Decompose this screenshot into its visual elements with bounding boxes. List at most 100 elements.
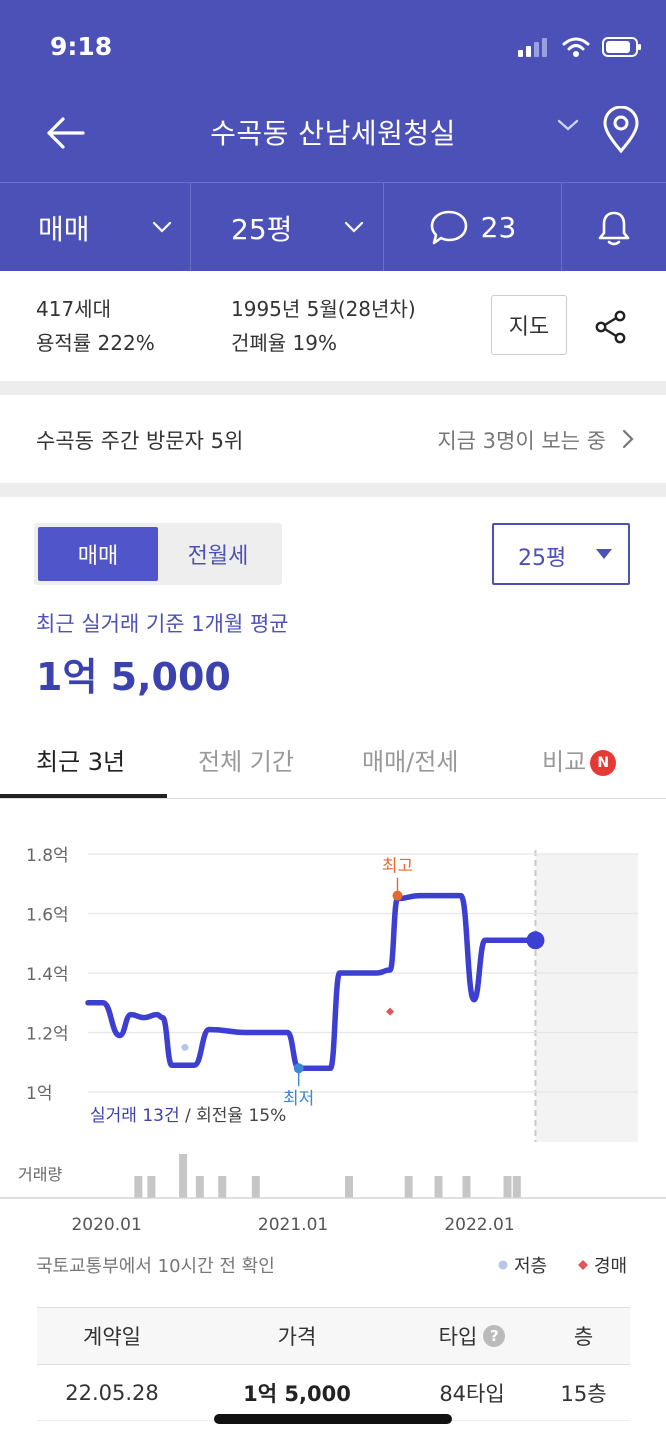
segment-rent[interactable]: 전월세 (158, 527, 278, 581)
average-price-label: 최근 실거래 기준 1개월 평균 (36, 612, 289, 636)
low-label: 최저 (283, 1089, 314, 1109)
comments-button[interactable]: 23 (384, 183, 562, 272)
col-type-label: 타입 (438, 1325, 478, 1349)
chart-size-label: 25평 (518, 546, 567, 571)
y-tick-label: 1.6억 (26, 906, 69, 926)
auction-marker (386, 1007, 395, 1016)
chevron-right-icon (622, 429, 634, 449)
table-header: 계약일 가격 타입 ? 층 (37, 1307, 630, 1365)
col-contract-date: 계약일 (83, 1325, 141, 1349)
forecast-area (535, 854, 638, 1142)
diamond-icon (578, 1260, 588, 1270)
high-point (392, 890, 403, 901)
map-button[interactable]: 지도 (491, 295, 567, 355)
volume-bar (345, 1176, 354, 1198)
col-type: 타입 ? (407, 1308, 537, 1364)
y-tick-label: 1.4억 (26, 965, 69, 985)
x-tick-label: 2021.01 (258, 1215, 328, 1235)
high-label: 최고 (382, 857, 413, 877)
col-price: 가격 (277, 1325, 317, 1349)
table-row[interactable]: 22.05.28 1억 5,000 84타입 15층 (37, 1365, 630, 1421)
legend-low-floor: 저층 (498, 1252, 547, 1278)
section-divider (0, 381, 666, 395)
status-time: 9:18 (50, 32, 113, 61)
coverage-ratio: 건폐율 19% (231, 331, 338, 355)
section-divider (0, 483, 666, 497)
trade-count: 실거래 13건 (90, 1106, 180, 1126)
low-floor-marker (181, 1043, 189, 1051)
built-year: 1995년 5월(28년차) (231, 297, 416, 321)
x-tick-label: 2020.01 (71, 1215, 141, 1235)
low-point (293, 1063, 304, 1074)
volume-bar (503, 1176, 512, 1198)
size-select[interactable]: 25평 (191, 183, 384, 272)
trade-summary: 실거래 13건 / 회전율 15% (90, 1106, 286, 1126)
wifi-icon (562, 37, 590, 57)
trade-type-select[interactable]: 매매 (0, 183, 191, 272)
price-chart[interactable]: 1.8억 1.6억 1.4억 1.2억 1억 최고최저실거래 13건 / 회전율 15% 거… (0, 800, 666, 1240)
chevron-down-icon (152, 221, 172, 233)
viewers-now: 지금 3명이 보는 중 (437, 429, 606, 453)
volume-label: 거래량 (18, 1165, 62, 1184)
signal-icon (518, 38, 547, 57)
bell-icon (598, 211, 630, 245)
tab-label: 전체 기간 (198, 748, 294, 776)
transaction-table: 계약일 가격 타입 ? 층 22.05.28 1억 5,000 84타입 15층 (37, 1307, 630, 1421)
volume-bar (462, 1176, 471, 1198)
turnover-rate: / 회전율 15% (180, 1106, 287, 1126)
volume-bar (179, 1154, 188, 1198)
tab-all-period[interactable]: 전체 기간 (198, 742, 294, 777)
home-indicator (214, 1414, 452, 1424)
volume-bar (147, 1176, 156, 1198)
comment-count: 23 (480, 211, 517, 244)
legend-auction: 경매 (578, 1252, 627, 1278)
nav-bar: 수곡동 산남세원청실 (0, 96, 666, 182)
tab-compare[interactable]: 비교 N (542, 742, 617, 777)
volume-bar (404, 1176, 413, 1198)
price-line (85, 892, 539, 1071)
tab-recent-3y[interactable]: 최근 3년 (36, 742, 125, 777)
volume-bar (218, 1176, 227, 1198)
segment-sale[interactable]: 매매 (38, 527, 158, 581)
legend-label: 저층 (514, 1256, 548, 1277)
row-date: 22.05.28 (65, 1380, 159, 1405)
sub-toolbar: 매매 25평 23 (0, 182, 666, 272)
legend-label: 경매 (594, 1256, 628, 1277)
volume-bar (134, 1176, 143, 1198)
new-badge: N (590, 750, 617, 776)
caret-down-icon (596, 549, 612, 559)
households: 417세대 (36, 297, 111, 321)
current-price-dot (526, 931, 545, 950)
floor-area-ratio: 용적률 222% (36, 331, 155, 355)
trade-type-label: 매매 (38, 212, 90, 246)
visitor-rank: 수곡동 주간 방문자 5위 (36, 429, 244, 453)
status-icons (518, 36, 642, 58)
y-tick-label: 1억 (26, 1084, 52, 1104)
chart-size-select[interactable]: 25평 (492, 523, 630, 585)
help-icon[interactable]: ? (483, 1325, 506, 1347)
size-label: 25평 (231, 212, 293, 246)
alert-button[interactable] (562, 183, 666, 272)
volume-bar (251, 1176, 260, 1198)
visitor-rank-row[interactable]: 수곡동 주간 방문자 5위 지금 3명이 보는 중 (0, 395, 666, 483)
col-floor: 층 (573, 1325, 594, 1349)
dot-icon (498, 1260, 508, 1270)
app-header: 9:18 수곡동 산남세원청실 매매 25평 23 (0, 0, 666, 272)
volume-bar (434, 1176, 443, 1198)
speech-bubble-icon (430, 210, 467, 244)
chevron-down-icon[interactable] (556, 118, 580, 132)
volume-bar (512, 1176, 521, 1198)
tab-label: 최근 3년 (36, 748, 126, 776)
y-tick-label: 1.2억 (26, 1025, 69, 1045)
chevron-down-icon (344, 221, 364, 233)
tab-sale-vs-jeonse[interactable]: 매매/전세 (362, 742, 458, 777)
y-tick-label: 1.8억 (26, 846, 69, 866)
row-price: 1억 5,000 (243, 1381, 351, 1406)
share-icon[interactable] (594, 310, 628, 344)
tab-label: 비교 (542, 748, 587, 776)
row-type: 84타입 (439, 1381, 505, 1406)
tab-label: 매매/전세 (362, 748, 459, 776)
battery-icon (602, 37, 641, 57)
x-tick-label: 2022.01 (444, 1215, 514, 1235)
location-pin-icon[interactable] (600, 106, 642, 154)
